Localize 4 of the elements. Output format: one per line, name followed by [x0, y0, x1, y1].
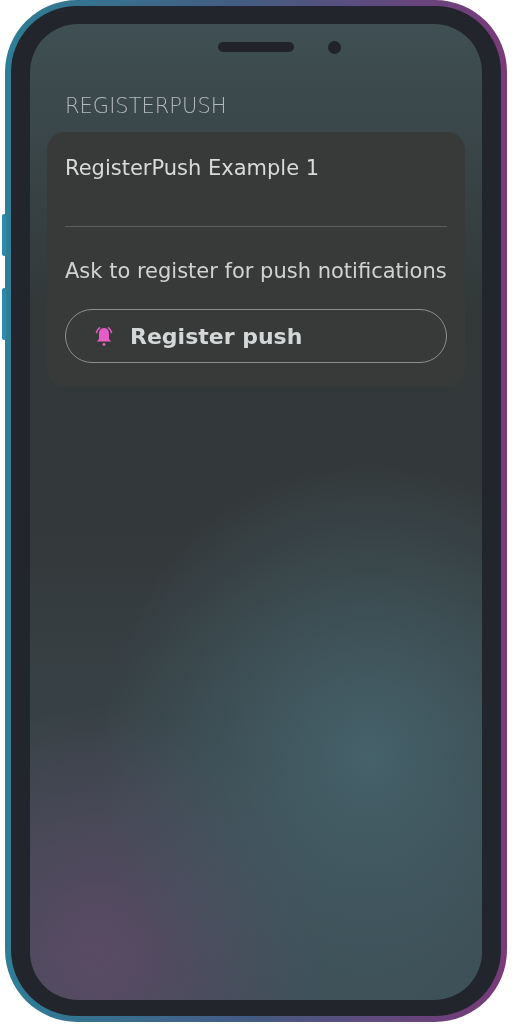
card-description: Ask to register for push notifications — [65, 258, 447, 285]
card-title: RegisterPush Example 1 — [65, 156, 321, 182]
camera-dot — [328, 41, 341, 54]
section-title: REGISTERPUSH — [64, 94, 228, 118]
